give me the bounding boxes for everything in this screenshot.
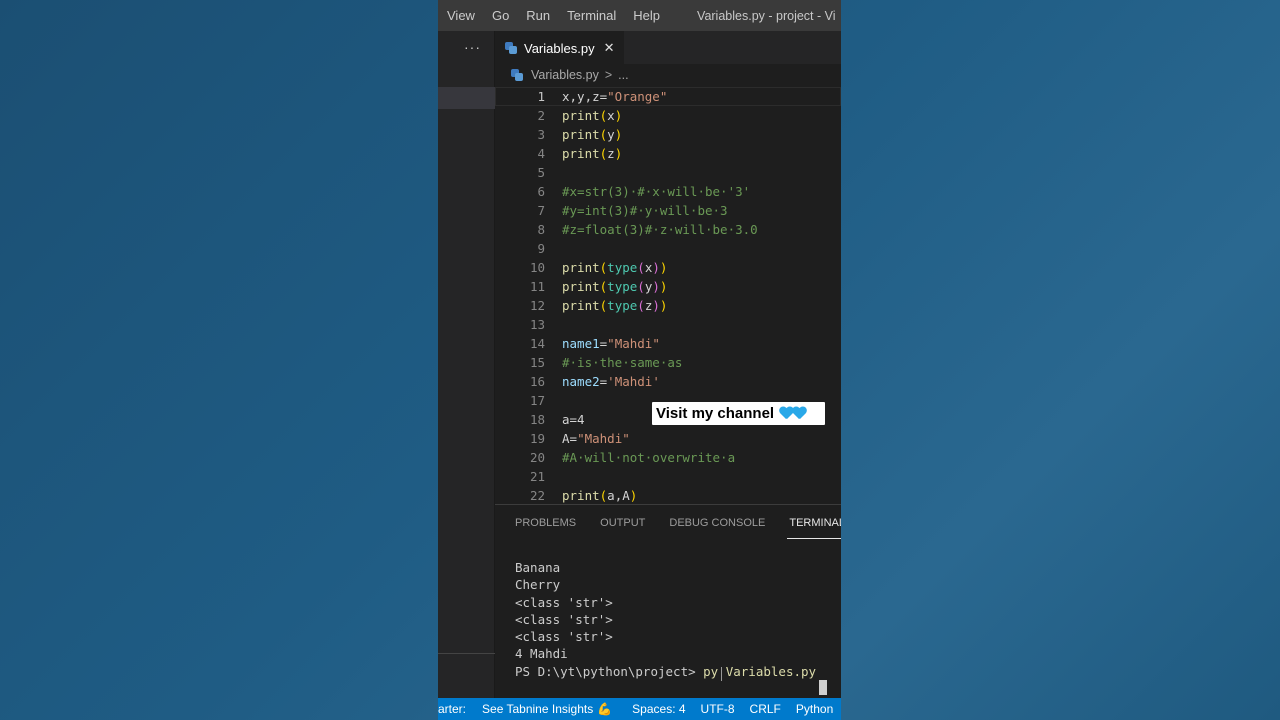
tab-label: Variables.py <box>524 40 595 56</box>
code-line[interactable]: #z=float(3)#·z·will·be·3.0 <box>562 220 758 239</box>
line-number: 8 <box>537 222 545 237</box>
terminal-line: 4 Mahdi <box>515 646 568 662</box>
terminal-line: <class 'str'> <box>515 594 613 610</box>
status-encoding[interactable]: UTF-8 <box>701 702 735 716</box>
code-line[interactable]: #·is·the·same·as <box>562 353 682 372</box>
line-number: 7 <box>537 203 545 218</box>
line-number: 20 <box>529 450 545 465</box>
tab-debug-console[interactable]: DEBUG CONSOLE <box>669 505 765 541</box>
tab-variables-py[interactable]: Variables.py ✕ <box>495 31 625 64</box>
line-number: 22 <box>529 488 545 503</box>
code-line[interactable]: name2='Mahdi' <box>562 372 660 391</box>
breadcrumb: Variables.py > ... <box>495 64 841 86</box>
line-number: 10 <box>529 260 545 275</box>
line-number: 2 <box>537 108 545 123</box>
status-left[interactable]: arter: <box>438 702 466 716</box>
terminal-prompt-line: PS D:\yt\python\project> py Variables.py <box>515 663 816 680</box>
python-file-icon <box>505 42 517 54</box>
more-actions-icon[interactable]: ··· <box>464 39 481 55</box>
code-line[interactable]: #y=int(3)#·y·will·be·3 <box>562 201 728 220</box>
menu-bar: View Go Run Terminal Help Variables.py -… <box>438 0 841 31</box>
code-line[interactable]: print(type(x)) <box>562 258 667 277</box>
tabnine-label: See Tabnine Insights <box>482 702 594 716</box>
current-line-highlight <box>495 87 841 106</box>
code-editor[interactable]: 1 x,y,z="Orange" 2 print(x) 3 print(y) 4 print(… <box>495 86 841 504</box>
code-line[interactable]: A="Mahdi" <box>562 429 630 448</box>
line-number: 16 <box>529 374 545 389</box>
explorer-divider <box>438 653 495 654</box>
menu-view[interactable]: View <box>447 8 475 23</box>
code-line[interactable]: print(x) <box>562 106 622 125</box>
panel-tabs: PROBLEMS OUTPUT DEBUG CONSOLE TERMINAL <box>495 505 841 541</box>
line-number: 17 <box>529 393 545 408</box>
terminal-line: <class 'str'> <box>515 629 613 645</box>
explorer-pane: ··· <box>438 31 495 698</box>
line-number: 19 <box>529 431 545 446</box>
code-line[interactable]: a=4 <box>562 410 585 429</box>
tabnine-insights[interactable]: See Tabnine Insights 💪 <box>482 702 612 716</box>
menu-help[interactable]: Help <box>633 8 660 23</box>
line-number: 21 <box>529 469 545 484</box>
menu-terminal[interactable]: Terminal <box>567 8 616 23</box>
status-language[interactable]: Python <box>796 702 833 716</box>
explorer-selected-item[interactable] <box>438 87 495 109</box>
bottom-panel: PROBLEMS OUTPUT DEBUG CONSOLE TERMINAL B… <box>495 504 841 698</box>
menu-go[interactable]: Go <box>492 8 509 23</box>
chevron-right-icon: > <box>604 68 613 82</box>
breadcrumb-rest[interactable]: ... <box>618 68 628 82</box>
status-bar: arter: See Tabnine Insights 💪 Spaces: 4 U… <box>438 698 841 720</box>
line-number: 3 <box>537 127 545 142</box>
line-number: 5 <box>537 165 545 180</box>
line-number: 11 <box>529 279 545 294</box>
code-line[interactable]: #x=str(3)·#·x·will·be·'3' <box>562 182 750 201</box>
code-line[interactable]: print(z) <box>562 144 622 163</box>
terminal-cursor <box>819 680 827 695</box>
line-number: 18 <box>529 412 545 427</box>
line-number: 1 <box>537 89 545 104</box>
visit-channel-overlay: Visit my channel <box>652 402 825 425</box>
tab-problems[interactable]: PROBLEMS <box>515 505 576 541</box>
line-number: 4 <box>537 146 545 161</box>
terminal-output[interactable]: Banana Cherry <class 'str'> <class 'str'> <c… <box>515 559 816 680</box>
status-spaces[interactable]: Spaces: 4 <box>632 702 685 716</box>
line-number: 12 <box>529 298 545 313</box>
code-line[interactable]: print(y) <box>562 125 622 144</box>
line-number: 6 <box>537 184 545 199</box>
tab-terminal[interactable]: TERMINAL <box>787 505 841 541</box>
line-number: 14 <box>529 336 545 351</box>
window-title: Variables.py - project - Vi <box>697 8 836 23</box>
status-eol[interactable]: CRLF <box>750 702 781 716</box>
terminal-prompt: PS D:\yt\python\project> <box>515 663 704 679</box>
flex-arm-icon: 💪 <box>597 702 613 716</box>
terminal-line: <class 'str'> <box>515 611 613 627</box>
breadcrumb-file[interactable]: Variables.py <box>531 68 599 82</box>
code-line[interactable]: print(a,A) <box>562 486 637 505</box>
terminal-line: Banana <box>515 560 561 575</box>
line-number: 9 <box>537 241 545 256</box>
python-file-icon <box>511 69 523 81</box>
text-cursor-icon <box>721 667 723 681</box>
line-number: 15 <box>529 355 545 370</box>
overlay-text: Visit my channel <box>656 405 775 422</box>
editor-tab-bar: Variables.py ✕ <box>495 31 841 64</box>
close-icon[interactable]: ✕ <box>604 40 615 56</box>
terminal-line: Cherry <box>515 577 561 593</box>
line-number: 13 <box>529 317 545 332</box>
code-line[interactable]: x,y,z="Orange" <box>562 87 667 106</box>
heart-icon <box>792 407 806 420</box>
code-line[interactable]: print(type(y)) <box>562 277 667 296</box>
tab-output[interactable]: OUTPUT <box>600 505 645 541</box>
code-line[interactable]: #A·will·not·overwrite·a <box>562 448 735 467</box>
vscode-window: View Go Run Terminal Help Variables.py -… <box>438 0 841 720</box>
menu-run[interactable]: Run <box>526 8 550 23</box>
code-line[interactable]: name1="Mahdi" <box>562 334 660 353</box>
code-line[interactable]: print(type(z)) <box>562 296 667 315</box>
